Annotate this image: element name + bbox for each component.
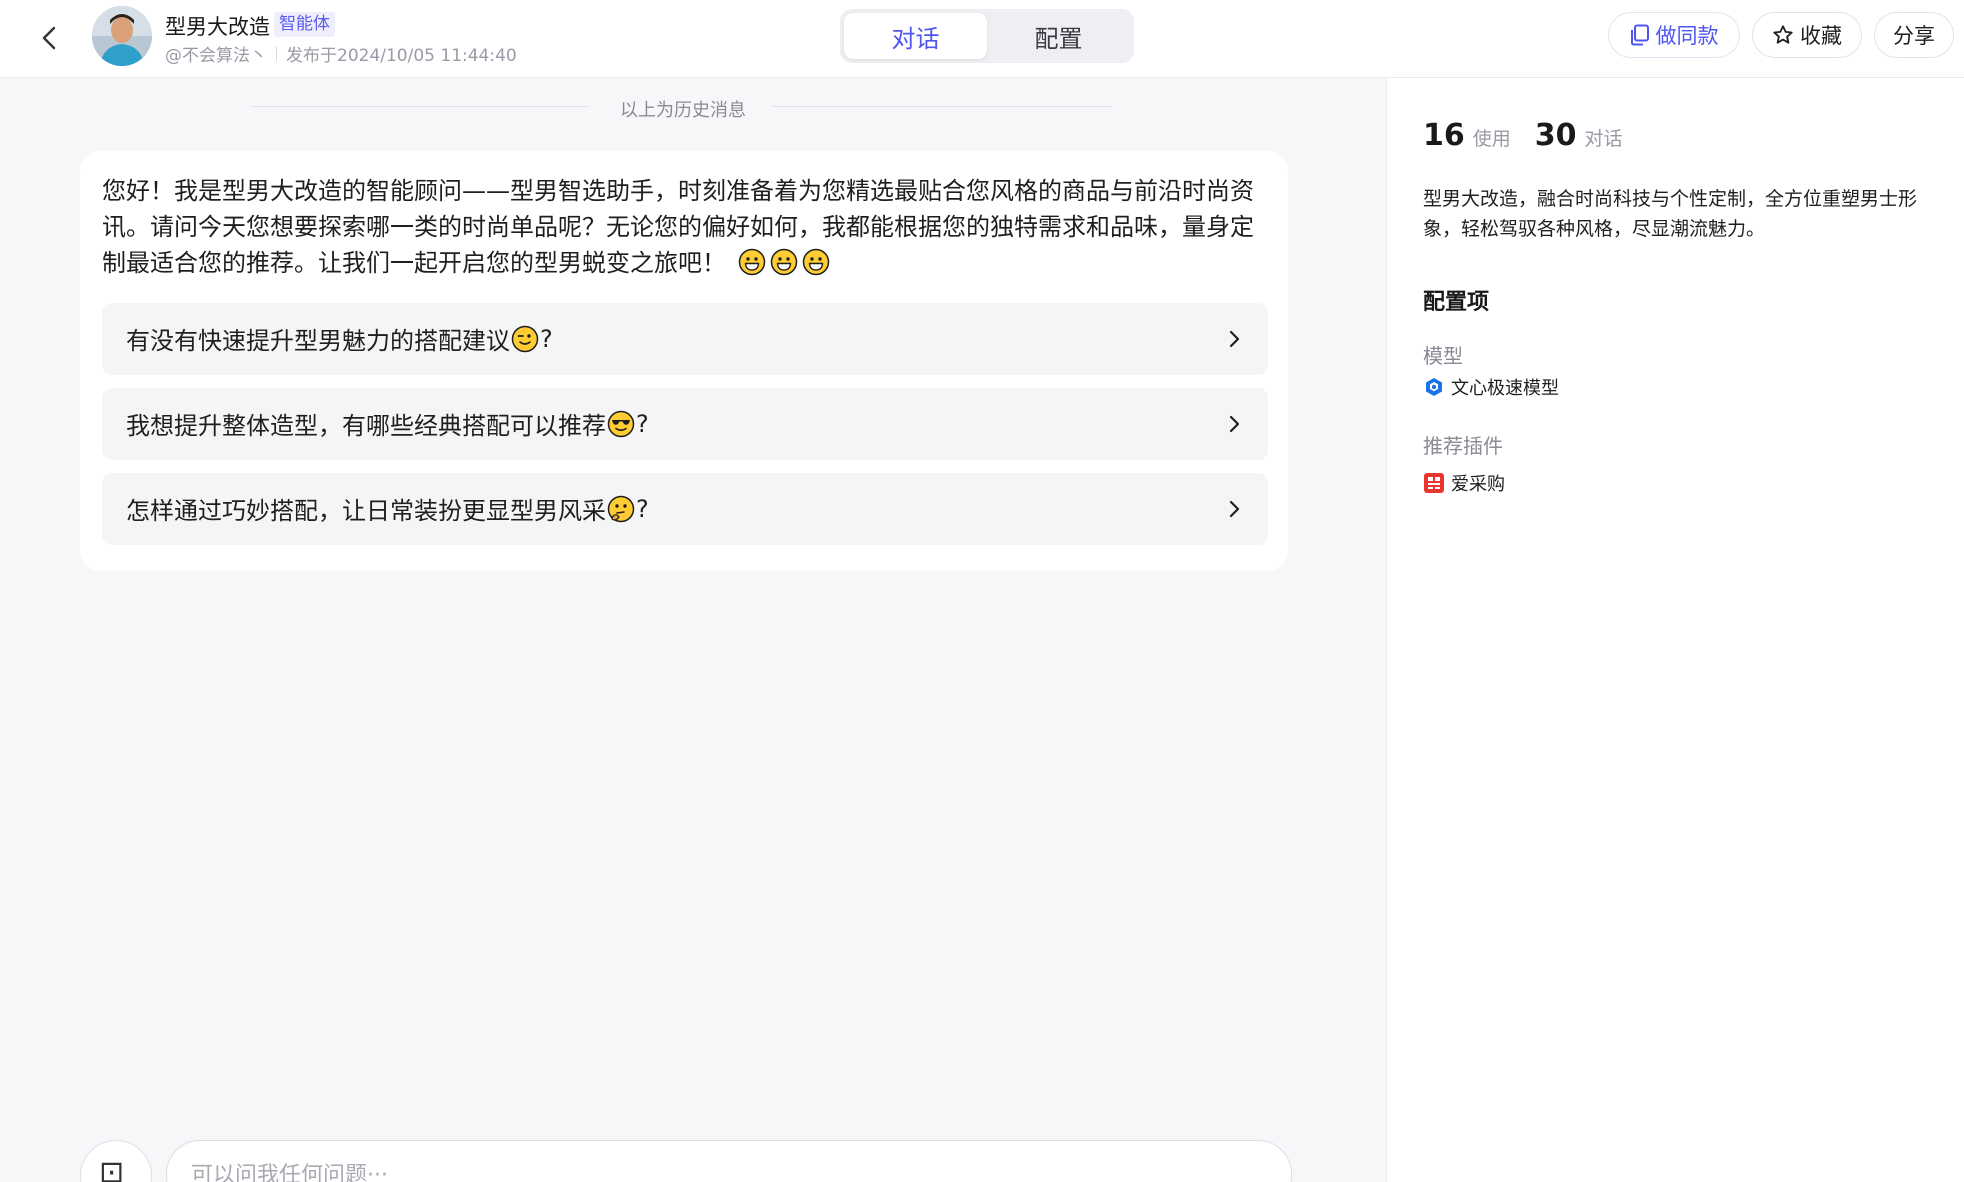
history-divider-text: 以上为历史消息 (620, 100, 746, 121)
agent-badge: 智能体 (274, 12, 335, 37)
suggestion-suffix: ? (636, 409, 649, 438)
uses-count: 16 (1423, 118, 1465, 153)
suggestion-suffix: ? (636, 494, 649, 523)
chats-count: 30 (1534, 118, 1577, 153)
make-same-label: 做同款 (1655, 24, 1719, 48)
grinning-face-icon (770, 248, 797, 276)
config-section-title: 配置项 (1423, 290, 1490, 315)
suggestion-label: 有没有快速提升型男魅力的搭配建议 (126, 327, 510, 355)
usage-stats: 16 使用 30 对话 (1423, 118, 1647, 153)
back-button[interactable] (34, 20, 64, 56)
model-label: 模型 (1423, 344, 1463, 368)
favorite-button[interactable]: 收藏 (1752, 12, 1862, 58)
view-tabs: 对话 配置 (840, 9, 1134, 63)
history-divider-right (772, 106, 1112, 107)
thinking-face-icon (607, 495, 635, 522)
chevron-right-icon (1229, 500, 1240, 518)
chevron-right-icon (1229, 330, 1240, 348)
uses-label: 使用 (1472, 128, 1511, 150)
plugin-label: 推荐插件 (1423, 434, 1503, 458)
top-header: 型男大改造 智能体 @不会算法丶 发布于2024/10/05 11:44:40 … (0, 0, 1964, 78)
suggestion-text: 怎样通过巧妙搭配，让日常装扮更显型男风采 ? (126, 491, 649, 526)
agent-meta: @不会算法丶 发布于2024/10/05 11:44:40 (165, 41, 517, 66)
share-button[interactable]: 分享 (1874, 12, 1954, 58)
chevron-right-icon (1229, 415, 1240, 433)
aicaigou-icon (1424, 473, 1444, 493)
model-name: 文心极速模型 (1451, 378, 1559, 399)
publish-time: 发布于2024/10/05 11:44:40 (286, 46, 517, 66)
grinning-face-icon (802, 248, 829, 276)
star-icon (1773, 25, 1793, 44)
favorite-label: 收藏 (1800, 24, 1842, 48)
tab-config[interactable]: 配置 (987, 13, 1130, 59)
chats-label: 对话 (1584, 128, 1623, 150)
plugin-item[interactable]: 爱采购 (1423, 470, 1505, 496)
share-label: 分享 (1893, 24, 1935, 48)
meta-divider (276, 46, 277, 61)
suggestion-text: 我想提升整体造型，有哪些经典搭配可以推荐 ? (126, 406, 649, 441)
chat-input[interactable] (166, 1140, 1292, 1182)
welcome-message: 您好！我是型男大改造的智能顾问——型男智选助手，时刻准备着为您精选最贴合您风格的… (102, 173, 1272, 281)
welcome-message-text: 您好！我是型男大改造的智能顾问——型男智选助手，时刻准备着为您精选最贴合您风格的… (102, 177, 1254, 277)
chevron-left-icon (42, 26, 56, 50)
model-cube-icon (1426, 378, 1442, 396)
agent-description: 型男大改造，融合时尚科技与个性定制，全方位重塑男士形象，轻松驾驭各种风格，尽显潮… (1423, 188, 1918, 240)
make-same-button[interactable]: 做同款 (1608, 12, 1740, 58)
grinning-face-icon (738, 248, 765, 276)
suggestion-label: 我想提升整体造型，有哪些经典搭配可以推荐 (126, 412, 606, 440)
sunglasses-face-icon (607, 410, 635, 437)
suggestion-item[interactable]: 我想提升整体造型，有哪些经典搭配可以推荐 ? (102, 388, 1268, 460)
suggestion-text: 有没有快速提升型男魅力的搭配建议 ? (126, 321, 553, 356)
author-name[interactable]: @不会算法丶 (165, 41, 267, 66)
suggestion-item[interactable]: 怎样通过巧妙搭配，让日常装扮更显型男风采 ? (102, 473, 1268, 545)
suggestion-label: 怎样通过巧妙搭配，让日常装扮更显型男风采 (126, 497, 606, 525)
welcome-card: 您好！我是型男大改造的智能顾问——型男智选助手，时刻准备着为您精选最贴合您风格的… (80, 151, 1288, 571)
agent-info-panel: 16 使用 30 对话 型男大改造，融合时尚科技与个性定制，全方位重塑男士形象，… (1386, 78, 1964, 1182)
history-divider-left (250, 106, 590, 107)
model-item[interactable]: 文心极速模型 (1423, 374, 1559, 400)
copy-icon (1630, 24, 1649, 46)
agent-title: 型男大改造 (165, 15, 270, 39)
tab-chat[interactable]: 对话 (844, 13, 987, 59)
winking-face-icon (511, 325, 539, 352)
avatar[interactable] (92, 6, 152, 66)
chat-area: 以上为历史消息 您好！我是型男大改造的智能顾问——型男智选助手，时刻准备着为您精… (0, 78, 1386, 1182)
plugin-name: 爱采购 (1451, 474, 1505, 495)
suggestion-item[interactable]: 有没有快速提升型男魅力的搭配建议 ? (102, 303, 1268, 375)
suggestion-suffix: ? (540, 324, 553, 353)
new-chat-icon: ⊡ (99, 1155, 125, 1182)
